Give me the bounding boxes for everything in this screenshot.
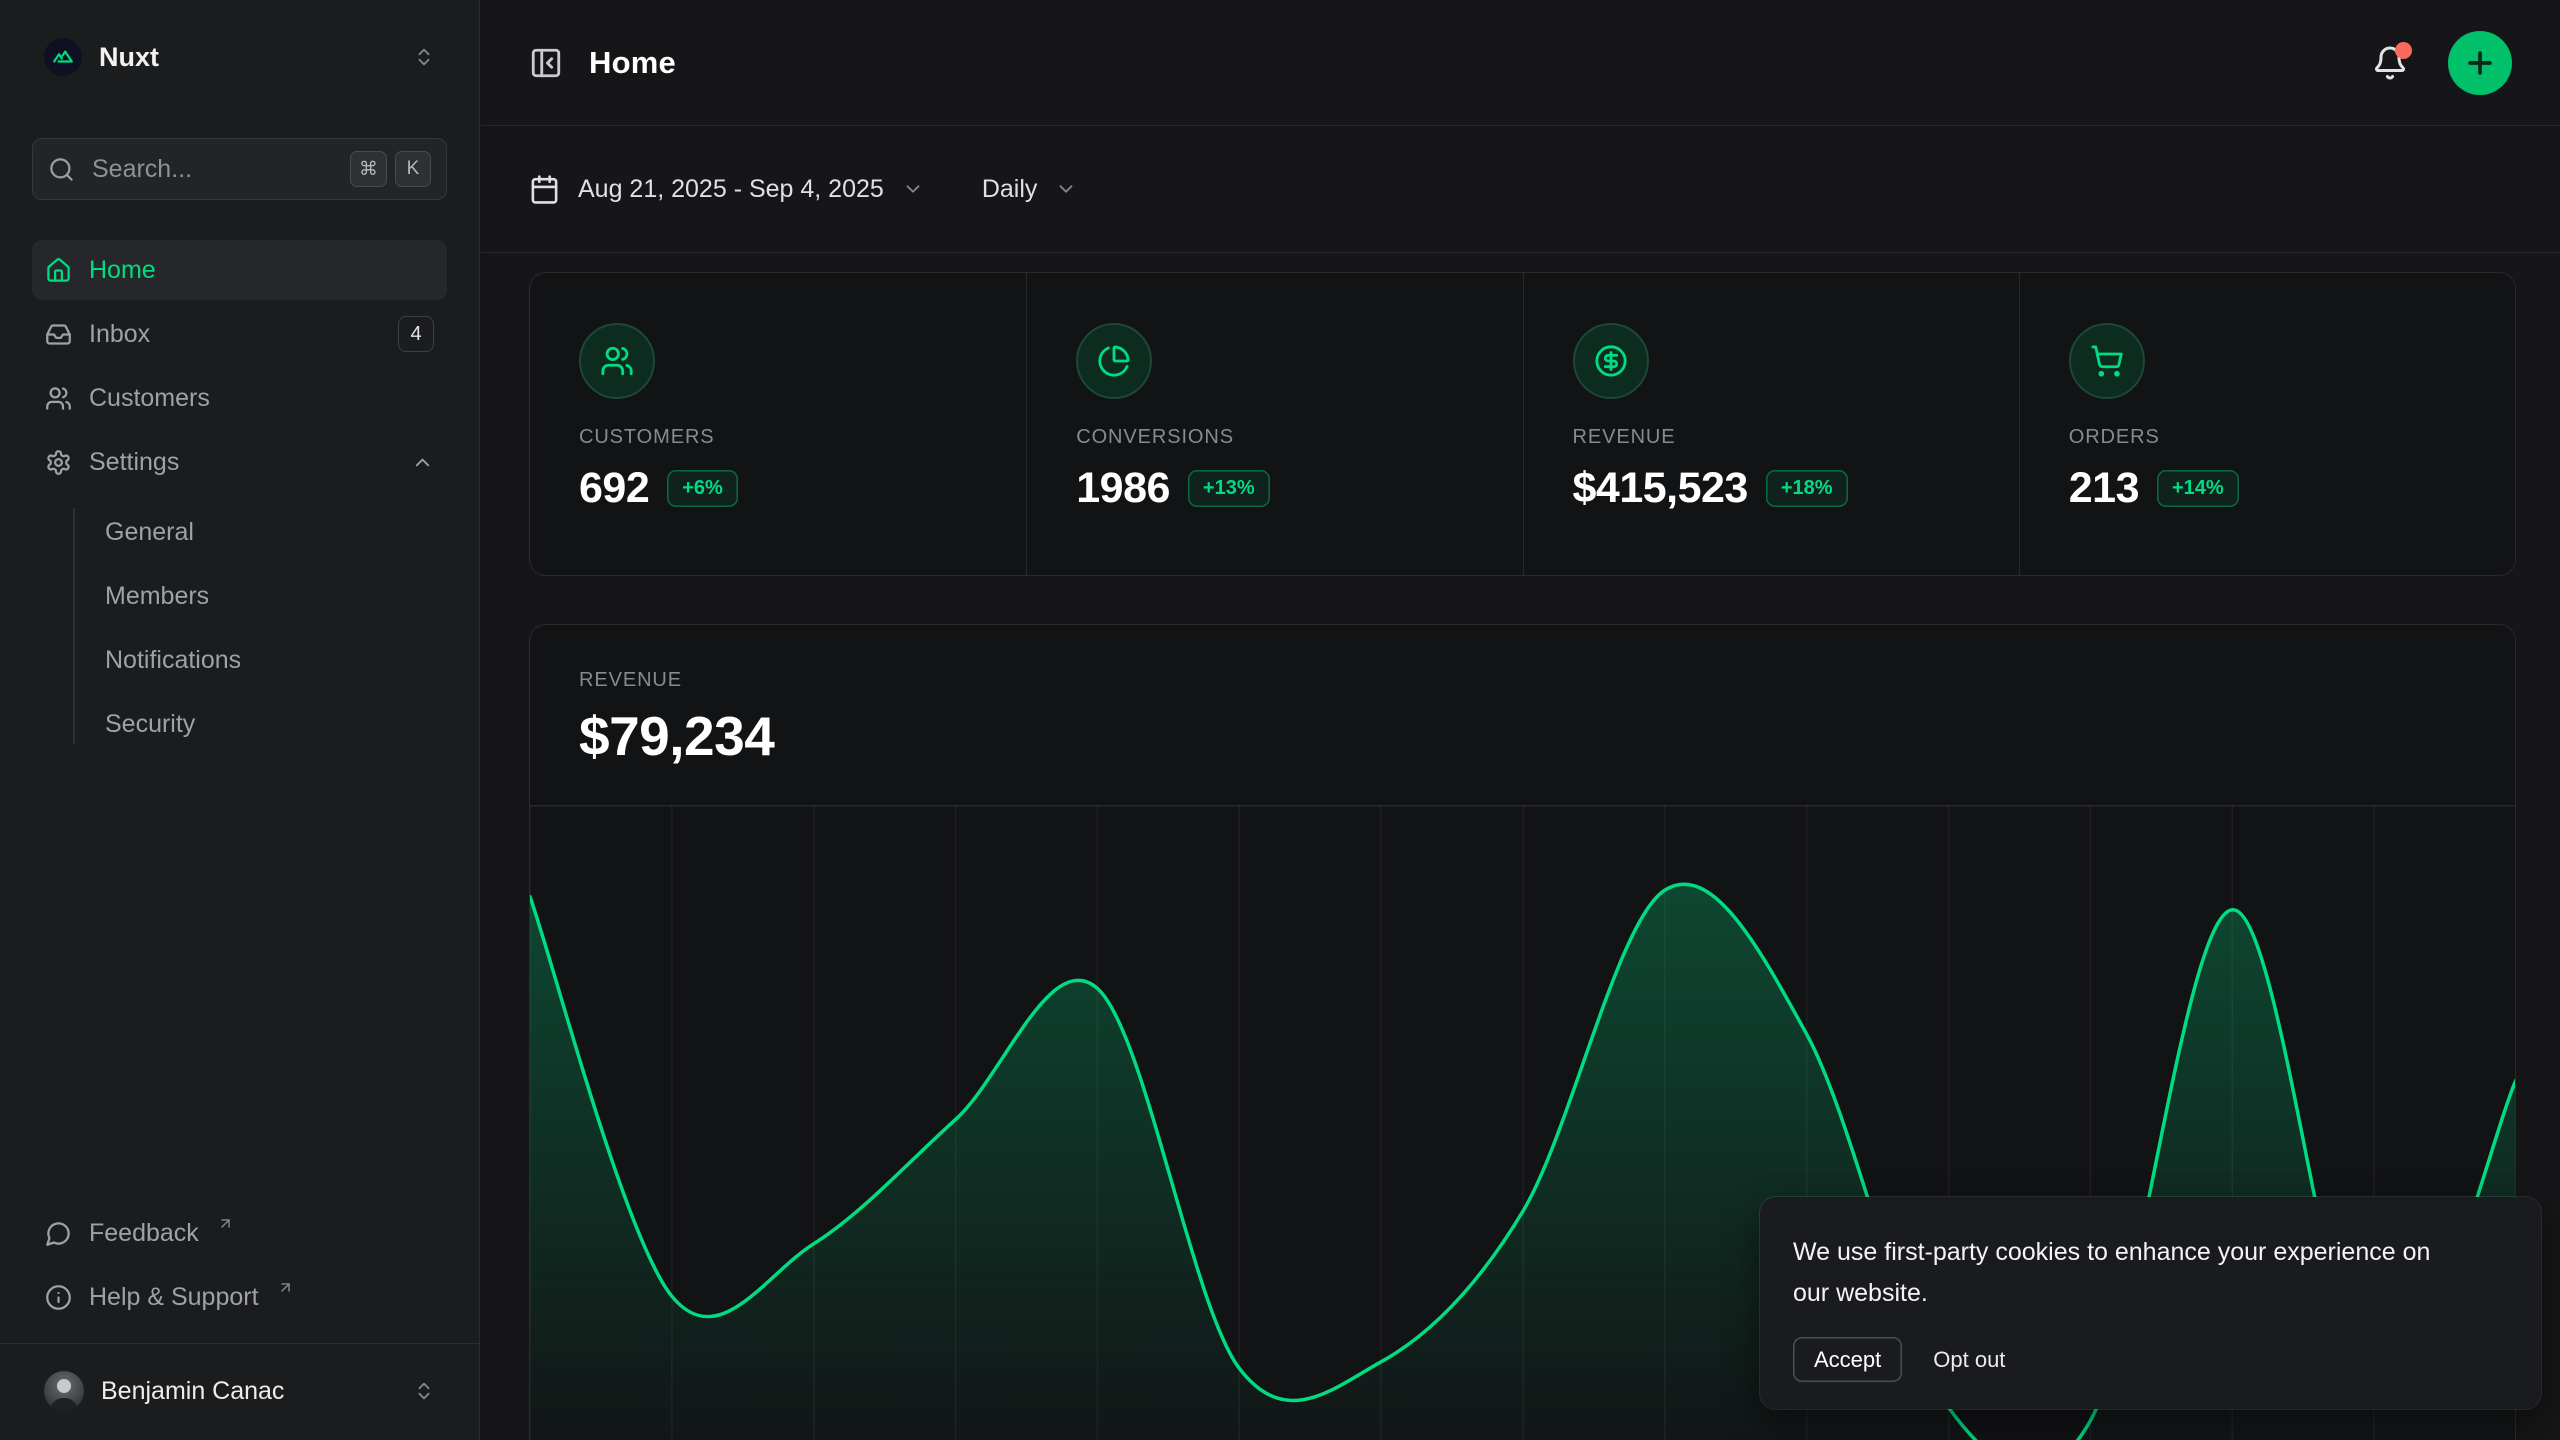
chevron-down-icon xyxy=(1055,178,1077,200)
stat-customers[interactable]: CUSTOMERS 692 +6% xyxy=(530,273,1026,575)
notifications-button[interactable] xyxy=(2372,45,2408,81)
stat-value: 1986 xyxy=(1076,464,1170,513)
gear-icon xyxy=(45,449,72,476)
sidebar-footer: Feedback Help & Support xyxy=(32,1203,447,1327)
avatar xyxy=(44,1371,84,1411)
sidebar-item-feedback[interactable]: Feedback xyxy=(32,1203,447,1263)
sidebar-item-security[interactable]: Security xyxy=(32,692,447,756)
users-icon xyxy=(579,323,655,399)
sidebar-item-inbox[interactable]: Inbox 4 xyxy=(32,304,447,364)
chevrons-up-down-icon xyxy=(413,46,435,68)
kbd-cmd: ⌘ xyxy=(350,151,387,187)
collapse-sidebar-button[interactable] xyxy=(529,46,563,80)
stat-revenue[interactable]: REVENUE $415,523 +18% xyxy=(1523,273,2019,575)
chevron-up-icon xyxy=(411,451,434,474)
cookie-actions: Accept Opt out xyxy=(1793,1337,2505,1382)
shopping-cart-icon xyxy=(2069,323,2145,399)
stat-orders[interactable]: ORDERS 213 +14% xyxy=(2019,273,2515,575)
team-name: Nuxt xyxy=(99,42,159,73)
accept-button[interactable]: Accept xyxy=(1793,1337,1902,1382)
stat-delta-badge: +18% xyxy=(1766,470,1848,507)
search-icon xyxy=(48,156,75,183)
pie-chart-icon xyxy=(1076,323,1152,399)
stat-label: REVENUE xyxy=(1573,426,2019,449)
settings-subnav: General Members Notifications Security xyxy=(32,500,447,756)
stat-label: CONVERSIONS xyxy=(1076,426,1522,449)
stat-delta-badge: +13% xyxy=(1188,470,1270,507)
sidebar-item-label: Home xyxy=(89,256,156,285)
topbar-actions xyxy=(2372,31,2512,95)
chevron-down-icon xyxy=(902,178,924,200)
stat-value: 692 xyxy=(579,464,649,513)
sidebar-item-settings[interactable]: Settings xyxy=(32,432,447,492)
team-switcher[interactable]: Nuxt xyxy=(32,26,447,88)
add-button[interactable] xyxy=(2448,31,2512,95)
stats-card: CUSTOMERS 692 +6% CONVERSIONS 1986 +13% xyxy=(530,273,2515,575)
sidebar: Nuxt Search... ⌘ K Home xyxy=(0,0,480,1440)
stat-label: ORDERS xyxy=(2069,426,2515,449)
home-icon xyxy=(45,257,72,284)
search-input[interactable]: Search... ⌘ K xyxy=(32,138,447,200)
stat-value: $415,523 xyxy=(1573,464,1748,513)
kbd-k: K xyxy=(395,151,431,187)
external-link-icon xyxy=(277,1279,294,1296)
opt-out-button[interactable]: Opt out xyxy=(1933,1347,2005,1373)
sidebar-item-customers[interactable]: Customers xyxy=(32,368,447,428)
topbar: Home xyxy=(481,0,2560,126)
chart-title: REVENUE xyxy=(579,669,2515,692)
cookie-banner: We use first-party cookies to enhance yo… xyxy=(1760,1197,2541,1409)
sidebar-item-label: Help & Support xyxy=(89,1283,259,1312)
chart-current-value: $79,234 xyxy=(579,704,2515,768)
sidebar-item-help-support[interactable]: Help & Support xyxy=(32,1267,447,1327)
sidebar-item-label: Feedback xyxy=(89,1219,199,1248)
stat-label: CUSTOMERS xyxy=(579,426,1026,449)
sidebar-item-label: Settings xyxy=(89,448,179,477)
circle-dollar-icon xyxy=(1573,323,1649,399)
cookie-message: We use first-party cookies to enhance yo… xyxy=(1793,1232,2443,1314)
user-name: Benjamin Canac xyxy=(101,1377,284,1406)
sidebar-item-home[interactable]: Home xyxy=(32,240,447,300)
stat-value: 213 xyxy=(2069,464,2139,513)
sidebar-item-members[interactable]: Members xyxy=(32,564,447,628)
search-placeholder: Search... xyxy=(92,155,192,184)
stat-delta-badge: +14% xyxy=(2157,470,2239,507)
user-menu[interactable]: Benjamin Canac xyxy=(32,1358,447,1424)
stat-delta-badge: +6% xyxy=(667,470,738,507)
date-range-picker[interactable]: Aug 21, 2025 - Sep 4, 2025 xyxy=(529,174,924,205)
date-range-label: Aug 21, 2025 - Sep 4, 2025 xyxy=(578,175,884,204)
sidebar-item-label: Customers xyxy=(89,384,210,413)
external-link-icon xyxy=(217,1215,234,1232)
notification-dot xyxy=(2395,42,2412,59)
sidebar-nav: Home Inbox 4 Customers Settings xyxy=(32,240,447,756)
app-root: Nuxt Search... ⌘ K Home xyxy=(0,0,2560,1440)
stat-conversions[interactable]: CONVERSIONS 1986 +13% xyxy=(1026,273,1522,575)
sidebar-item-label: Inbox xyxy=(89,320,150,349)
calendar-icon xyxy=(529,174,560,205)
users-icon xyxy=(45,385,72,412)
nuxt-logo-icon xyxy=(44,38,82,76)
period-label: Daily xyxy=(982,175,1038,204)
filters-toolbar: Aug 21, 2025 - Sep 4, 2025 Daily xyxy=(481,126,2560,253)
message-circle-icon xyxy=(45,1220,72,1247)
page-title: Home xyxy=(589,45,676,81)
inbox-count-badge: 4 xyxy=(398,316,434,352)
search-shortcut: ⌘ K xyxy=(350,151,431,187)
info-circle-icon xyxy=(45,1284,72,1311)
inbox-icon xyxy=(45,321,72,348)
user-section: Benjamin Canac xyxy=(0,1343,479,1440)
chevrons-up-down-icon xyxy=(413,1380,435,1402)
sidebar-item-notifications[interactable]: Notifications xyxy=(32,628,447,692)
period-select[interactable]: Daily xyxy=(982,175,1078,204)
sidebar-item-general[interactable]: General xyxy=(32,500,447,564)
